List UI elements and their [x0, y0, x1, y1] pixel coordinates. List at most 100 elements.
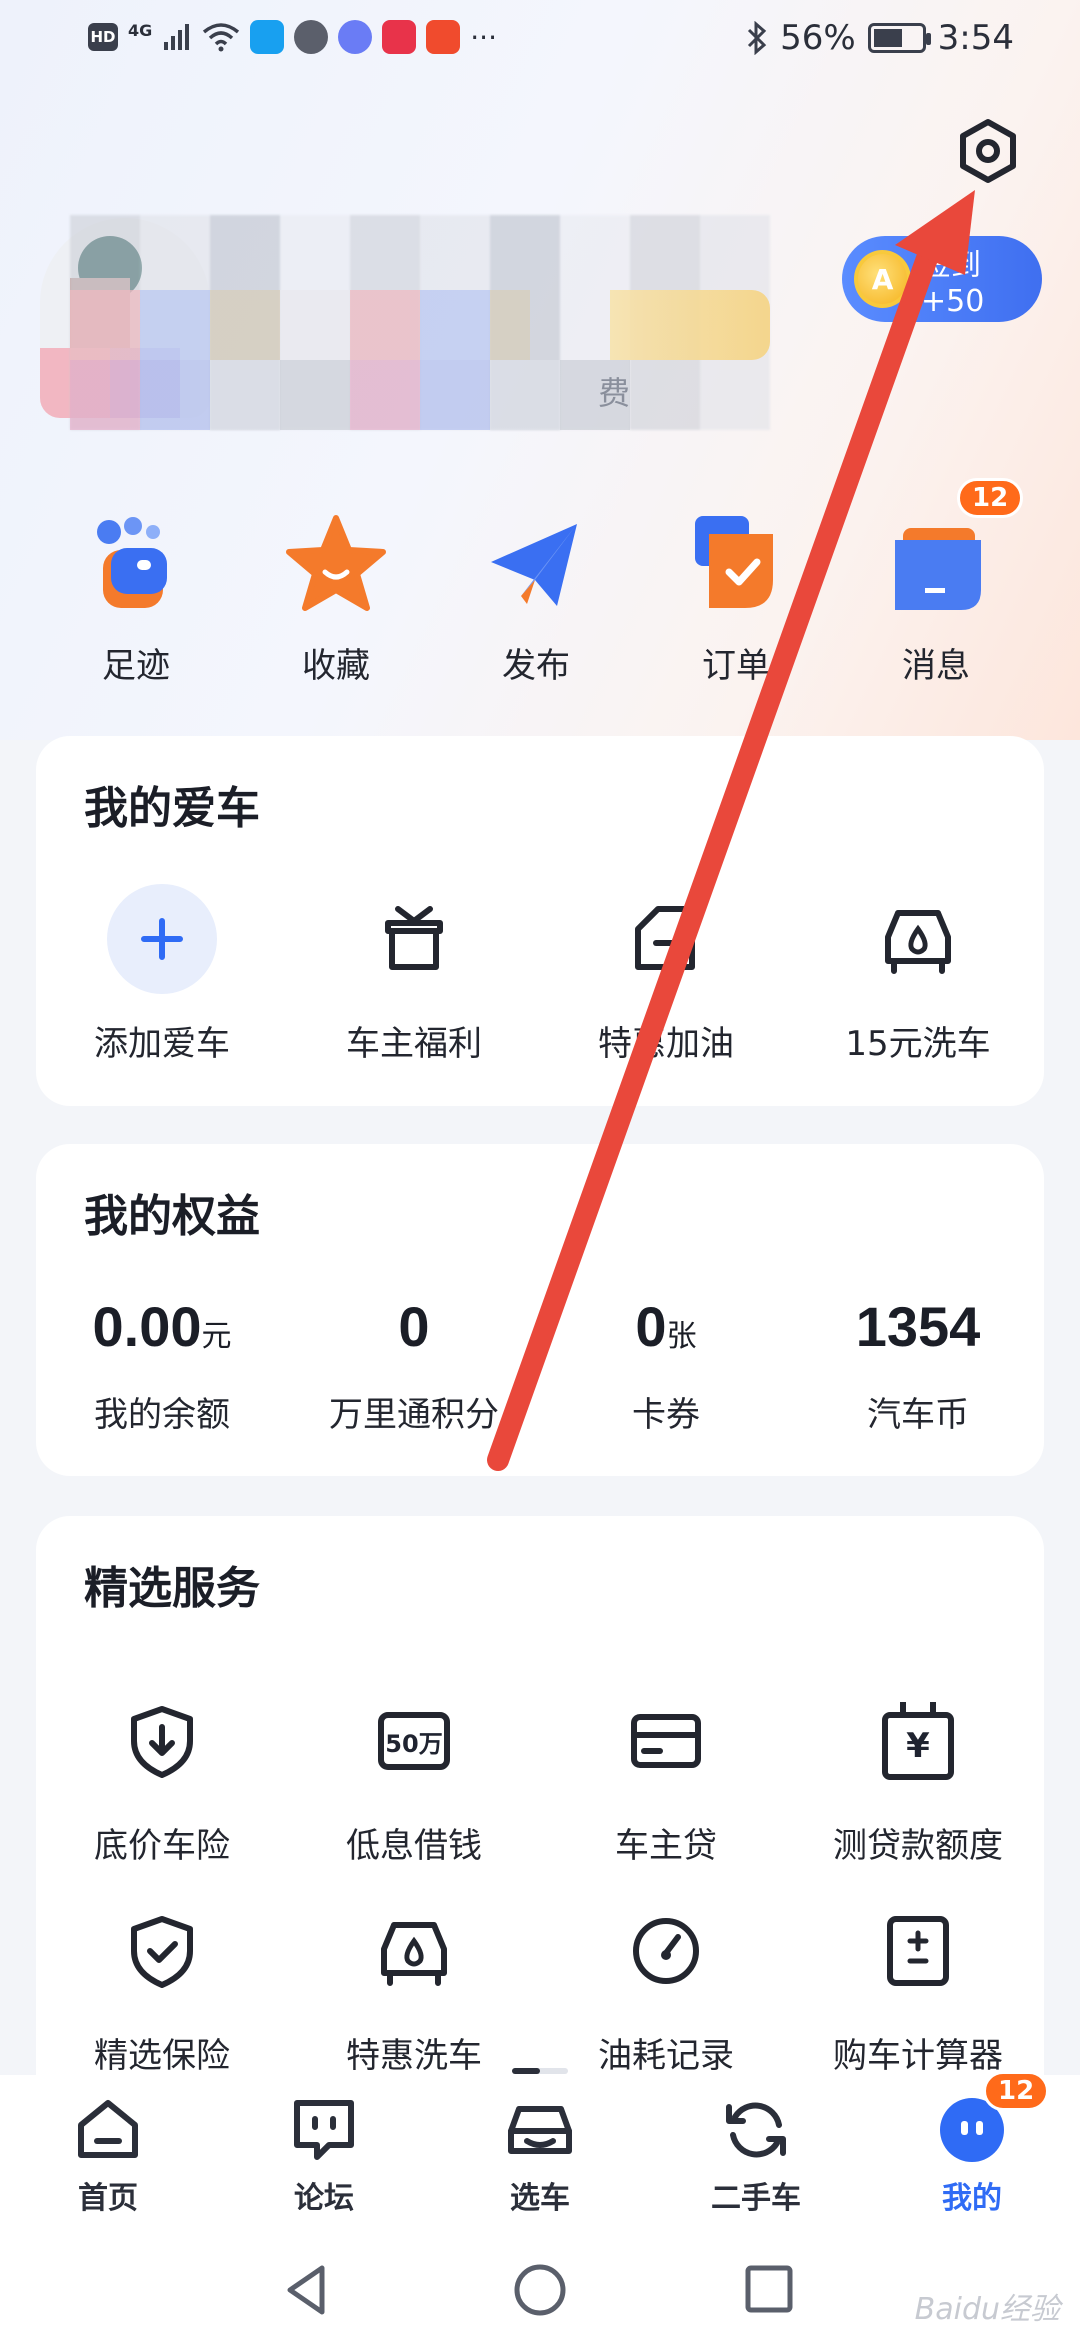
coupons-stat[interactable]: 0张 卡券 [540, 1294, 792, 1436]
footprint-icon [81, 510, 191, 620]
bluetooth-icon [748, 21, 767, 55]
app-search-icon [250, 20, 285, 54]
quick-orders[interactable]: 订单 [636, 510, 836, 687]
home-icon [73, 2095, 143, 2165]
quick-publish[interactable]: 发布 [436, 510, 636, 687]
loan-limit-test-button[interactable]: ¥ 测贷款额度 [792, 1686, 1044, 1867]
nav-label: 首页 [78, 2181, 138, 2216]
recents-icon[interactable] [744, 2264, 794, 2314]
stat-label: 汽车币 [867, 1395, 969, 1435]
cell-label: 车主福利 [346, 1024, 482, 1064]
tab-home[interactable]: 首页 [0, 2095, 216, 2217]
car-wash-icon [359, 1896, 469, 2006]
more-notifications: ··· [470, 20, 497, 54]
quick-footprint[interactable]: 足迹 [36, 510, 236, 687]
fuel-icon [611, 884, 721, 994]
cell-label: 添加爱车 [94, 1024, 230, 1064]
stat-value: 0 [398, 1295, 430, 1358]
tab-forum[interactable]: 论坛 [216, 2095, 432, 2217]
battery-icon [867, 23, 931, 53]
add-car-button[interactable]: 添加爱车 [36, 884, 288, 1065]
quick-messages[interactable]: 12 消息 [836, 478, 1036, 687]
checkin-label: 签到+50 [921, 247, 985, 319]
status-bar: HD 4G ··· 56% 3:54 [0, 0, 1080, 84]
owner-benefits-button[interactable]: 车主福利 [288, 884, 540, 1065]
watermark: Baidu经验 [914, 2292, 1060, 2327]
stat-label: 我的余额 [94, 1395, 230, 1435]
owner-loan-button[interactable]: 车主贷 [540, 1686, 792, 1867]
car-wash-15-button[interactable]: 15元洗车 [792, 884, 1044, 1065]
system-nav-bar: Baidu经验 [0, 2240, 1080, 2340]
stat-unit: 元 [201, 1319, 232, 1354]
fuel-record-button[interactable]: 油耗记录 [540, 1896, 792, 2077]
cell-label: 底价车险 [94, 1826, 230, 1866]
selected-insurance-button[interactable]: 精选保险 [36, 1896, 288, 2077]
cell-label: 特惠洗车 [346, 2036, 482, 2076]
signal-icon [164, 24, 190, 50]
yen-symbol: ¥ [906, 1726, 930, 1766]
vip-badge-masked [610, 290, 770, 360]
profile-badge: 12 [983, 2071, 1050, 2111]
cell-label: 车主贷 [615, 1826, 717, 1866]
stat-value: 1354 [855, 1295, 981, 1358]
info-masked [70, 360, 630, 430]
message-badge: 12 [957, 478, 1024, 518]
points-stat[interactable]: 0 万里通积分 [288, 1294, 540, 1436]
app-store-icon [426, 20, 461, 54]
stat-label: 卡券 [632, 1395, 700, 1435]
star-icon [281, 510, 391, 620]
cell-label: 精选保险 [94, 2036, 230, 2076]
gauge-icon [611, 1896, 721, 2006]
order-icon [681, 510, 791, 620]
nav-label: 二手车 [711, 2181, 801, 2216]
tab-profile[interactable]: 12 我的 [864, 2071, 1080, 2217]
car-coins-stat[interactable]: 1354 汽车币 [792, 1294, 1044, 1436]
checkin-button[interactable]: A 签到+50 [842, 236, 1042, 322]
cell-label: 油耗记录 [598, 2036, 734, 2076]
car-select-icon [505, 2095, 575, 2165]
discount-car-wash-button[interactable]: 特惠洗车 [288, 1896, 540, 2077]
quick-label: 足迹 [102, 646, 170, 686]
fuel-discount-button[interactable]: 特惠加油 [540, 884, 792, 1065]
settings-hexagon-icon [960, 119, 1016, 183]
forum-icon [289, 2095, 359, 2165]
cell-label: 测贷款额度 [833, 1826, 1003, 1866]
quick-actions: 足迹 收藏 发布 订单 12 消息 [0, 478, 1080, 700]
card-title: 我的权益 [84, 1191, 260, 1242]
quick-label: 发布 [502, 646, 570, 686]
stat-unit: 张 [666, 1319, 697, 1354]
cell-label: 15元洗车 [845, 1024, 991, 1064]
home-circle-icon[interactable] [512, 2262, 568, 2318]
coin-icon: A [854, 250, 912, 308]
settings-button[interactable] [955, 118, 1021, 184]
cell-label: 特惠加油 [598, 1024, 734, 1064]
stat-value: 0 [635, 1295, 667, 1358]
nav-label: 选车 [510, 2181, 570, 2216]
back-icon[interactable] [282, 2260, 332, 2320]
nav-label: 我的 [942, 2181, 1002, 2216]
car-wash-icon [863, 884, 973, 994]
nav-label: 论坛 [294, 2181, 354, 2216]
shield-check-icon [107, 1896, 217, 2006]
scroll-indicator [512, 2068, 568, 2074]
app-music-icon [338, 20, 373, 54]
cell-label: 购车计算器 [833, 2036, 1003, 2076]
low-price-insurance-button[interactable]: 底价车险 [36, 1686, 288, 1867]
calendar-yen-icon: ¥ [863, 1686, 973, 1796]
balance-stat[interactable]: 0.00元 我的余额 [36, 1294, 288, 1436]
stat-value: 0.00 [92, 1295, 202, 1358]
stat-label: 万里通积分 [329, 1395, 499, 1435]
car-calculator-button[interactable]: 购车计算器 [792, 1896, 1044, 2077]
card-title: 精选服务 [84, 1563, 260, 1614]
quick-favorites[interactable]: 收藏 [236, 510, 436, 687]
hd-badge: HD [88, 23, 118, 51]
tab-used-car[interactable]: 二手车 [648, 2095, 864, 2217]
plus-icon [107, 884, 217, 994]
app-book-icon [382, 20, 417, 54]
masked-tail-text: 费 [598, 374, 631, 412]
wifi-icon [203, 23, 240, 52]
low-interest-loan-button[interactable]: 50万 低息借钱 [288, 1686, 540, 1867]
50-wan-icon: 50万 [359, 1686, 469, 1796]
tab-car-select[interactable]: 选车 [432, 2095, 648, 2217]
refresh-icon [721, 2095, 791, 2165]
